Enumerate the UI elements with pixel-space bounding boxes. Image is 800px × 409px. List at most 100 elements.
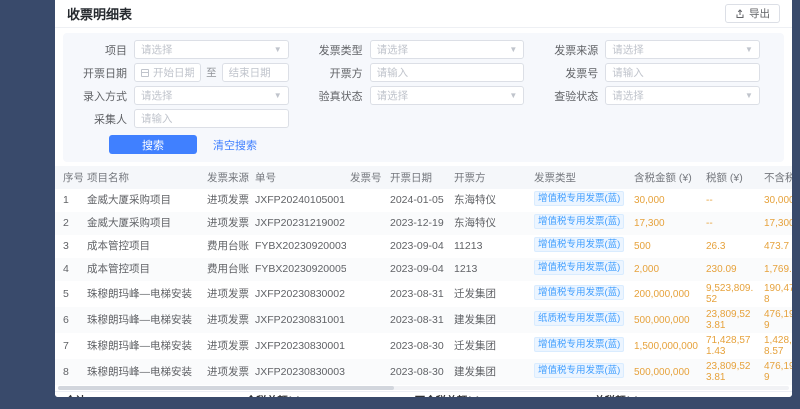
date-end-placeholder: 结束日期 [229, 65, 271, 80]
cell-tax: 23,809,523.81 [702, 307, 760, 333]
table-row[interactable]: 2 金威大厦采购项目 进项发票 JXFP20231219002 2023-12-… [55, 212, 792, 235]
cell-amount-incl-tax: 1,500,000,000 [630, 333, 702, 359]
invoice-table: 序号 项目名称 发票来源 单号 发票号 开票日期 开票方 发票类型 含税金额 (… [55, 166, 792, 385]
cell-seq: 7 [55, 333, 83, 359]
project-filter-label: 项目 [69, 42, 127, 58]
cell-amount-excl-tax: 1,769.91 [760, 258, 792, 281]
invoice-type-select-placeholder: 请选择 [377, 42, 409, 57]
cell-tax: 23,809,523.81 [702, 359, 760, 385]
scrollbar-thumb[interactable] [58, 386, 394, 390]
cell-seq: 3 [55, 235, 83, 258]
cell-seq: 6 [55, 307, 83, 333]
cell-invoice-source: 费用台账 [203, 258, 251, 281]
filter-row-3: 录入方式 请选择 ▼ 验真状态 请选择 ▼ 查验状态 请选择 ▼ [69, 86, 776, 105]
cell-issuer: 东海特仪 [450, 212, 530, 235]
horizontal-scrollbar[interactable] [58, 386, 789, 390]
invoice-detail-panel: 收票明细表 导出 项目 请选择 ▼ 发票类型 请选择 [55, 0, 792, 397]
cell-invoice-source: 费用台账 [203, 235, 251, 258]
column-header-issuer: 开票方 [450, 166, 530, 189]
date-end-input[interactable]: 结束日期 [222, 63, 289, 82]
entry-method-filter: 录入方式 请选择 ▼ [69, 86, 305, 105]
cell-project-name: 珠穆朗玛峰—电梯安装 [83, 307, 203, 333]
project-select[interactable]: 请选择 ▼ [134, 40, 289, 59]
cell-invoice-no [346, 359, 386, 385]
table-row[interactable]: 3 成本管控项目 费用台账 FYBX20230920003 2023-09-04… [55, 235, 792, 258]
table-row[interactable]: 7 珠穆朗玛峰—电梯安装 进项发票 JXFP20230830001 2023-0… [55, 333, 792, 359]
column-header-amount-incl-tax: 含税金额 (¥) [630, 166, 702, 189]
search-button[interactable]: 搜索 [109, 135, 197, 154]
project-select-placeholder: 请选择 [141, 42, 173, 57]
page-title: 收票明细表 [67, 4, 132, 23]
excl-tax-total-label: 不含税总额(¥): [415, 395, 484, 397]
cell-order-no: FYBX20230920005 [251, 258, 346, 281]
cell-amount-excl-tax: 30,000 [760, 189, 792, 212]
invoice-source-select[interactable]: 请选择 ▼ [605, 40, 760, 59]
chevron-down-icon: ▼ [745, 46, 753, 54]
cell-order-no: FYBX20230920003 [251, 235, 346, 258]
invoice-type-select[interactable]: 请选择 ▼ [370, 40, 525, 59]
cell-invoice-date: 2023-12-19 [386, 212, 450, 235]
cell-project-name: 金威大厦采购项目 [83, 189, 203, 212]
export-button[interactable]: 导出 [725, 4, 780, 23]
cell-seq: 8 [55, 359, 83, 385]
table-row[interactable]: 6 珠穆朗玛峰—电梯安装 进项发票 JXFP20230831001 2023-0… [55, 307, 792, 333]
invoice-no-input[interactable] [605, 63, 760, 82]
incl-tax-total: 含税总额(¥): 3,032,699,097.89 [246, 393, 389, 397]
cell-issuer: 建发集团 [450, 307, 530, 333]
chevron-down-icon: ▼ [745, 92, 753, 100]
cell-invoice-date: 2023-09-04 [386, 235, 450, 258]
filter-panel: 项目 请选择 ▼ 发票类型 请选择 ▼ 发票来源 请选择 ▼ [63, 33, 784, 162]
clear-search-button[interactable]: 清空搜索 [213, 137, 257, 153]
cell-amount-excl-tax: 190,476,190.48 [760, 281, 792, 307]
verify-status-filter-label: 验真状态 [305, 88, 363, 104]
entry-method-select[interactable]: 请选择 ▼ [134, 86, 289, 105]
cell-tax: 9,523,809.52 [702, 281, 760, 307]
cell-amount-incl-tax: 200,000,000 [630, 281, 702, 307]
issuer-filter: 开票方 [305, 63, 541, 82]
cell-seq: 2 [55, 212, 83, 235]
column-header-invoice-source: 发票来源 [203, 166, 251, 189]
verify-status-select[interactable]: 请选择 ▼ [370, 86, 525, 105]
cell-invoice-date: 2024-01-05 [386, 189, 450, 212]
cell-invoice-source: 进项发票 [203, 359, 251, 385]
cell-amount-excl-tax: 17,300 [760, 212, 792, 235]
cell-amount-incl-tax: 500,000,000 [630, 359, 702, 385]
table-row[interactable]: 4 成本管控项目 费用台账 FYBX20230920005 2023-09-04… [55, 258, 792, 281]
cell-issuer: 迁发集团 [450, 281, 530, 307]
invoice-type-tag: 增值税专用发票(蓝) [534, 285, 624, 300]
cell-issuer: 迁发集团 [450, 333, 530, 359]
cell-invoice-date: 2023-09-04 [386, 258, 450, 281]
cell-invoice-type: 增值税专用发票(蓝) [530, 281, 630, 307]
tax-total-label: 总税额(¥): [594, 395, 642, 397]
filter-row-1: 项目 请选择 ▼ 发票类型 请选择 ▼ 发票来源 请选择 ▼ [69, 40, 776, 59]
invoice-no-filter: 发票号 [540, 63, 776, 82]
cell-project-name: 成本管控项目 [83, 235, 203, 258]
cell-invoice-no [346, 258, 386, 281]
cell-invoice-no [346, 189, 386, 212]
table-row[interactable]: 1 金威大厦采购项目 进项发票 JXFP20240105001 2024-01-… [55, 189, 792, 212]
issuer-filter-label: 开票方 [305, 65, 363, 81]
cell-invoice-source: 进项发票 [203, 281, 251, 307]
check-status-select-placeholder: 请选择 [612, 88, 644, 103]
collector-input[interactable] [134, 109, 289, 128]
cell-issuer: 东海特仪 [450, 189, 530, 212]
cell-amount-excl-tax: 1,428,571,428.57 [760, 333, 792, 359]
cell-invoice-date: 2023-08-31 [386, 307, 450, 333]
date-start-placeholder: 开始日期 [153, 65, 194, 80]
cell-invoice-source: 进项发票 [203, 189, 251, 212]
cell-invoice-type: 增值税专用发票(蓝) [530, 235, 630, 258]
column-header-order-no: 单号 [251, 166, 346, 189]
collector-filter-label: 采集人 [69, 111, 127, 127]
cell-amount-incl-tax: 500 [630, 235, 702, 258]
filter-actions: 搜索 清空搜索 [69, 135, 776, 154]
invoice-source-filter: 发票来源 请选择 ▼ [540, 40, 776, 59]
issuer-input[interactable] [370, 63, 525, 82]
chevron-down-icon: ▼ [274, 46, 282, 54]
table-row[interactable]: 8 珠穆朗玛峰—电梯安装 进项发票 JXFP20230830003 2023-0… [55, 359, 792, 385]
column-header-seq: 序号 [55, 166, 83, 189]
check-status-select[interactable]: 请选择 ▼ [605, 86, 760, 105]
table-row[interactable]: 5 珠穆朗玛峰—电梯安装 进项发票 JXFP20230830002 2023-0… [55, 281, 792, 307]
date-start-input[interactable]: 开始日期 [134, 63, 201, 82]
tax-total: 总税额(¥): 143,970,638.28 [594, 393, 718, 397]
cell-invoice-no [346, 333, 386, 359]
